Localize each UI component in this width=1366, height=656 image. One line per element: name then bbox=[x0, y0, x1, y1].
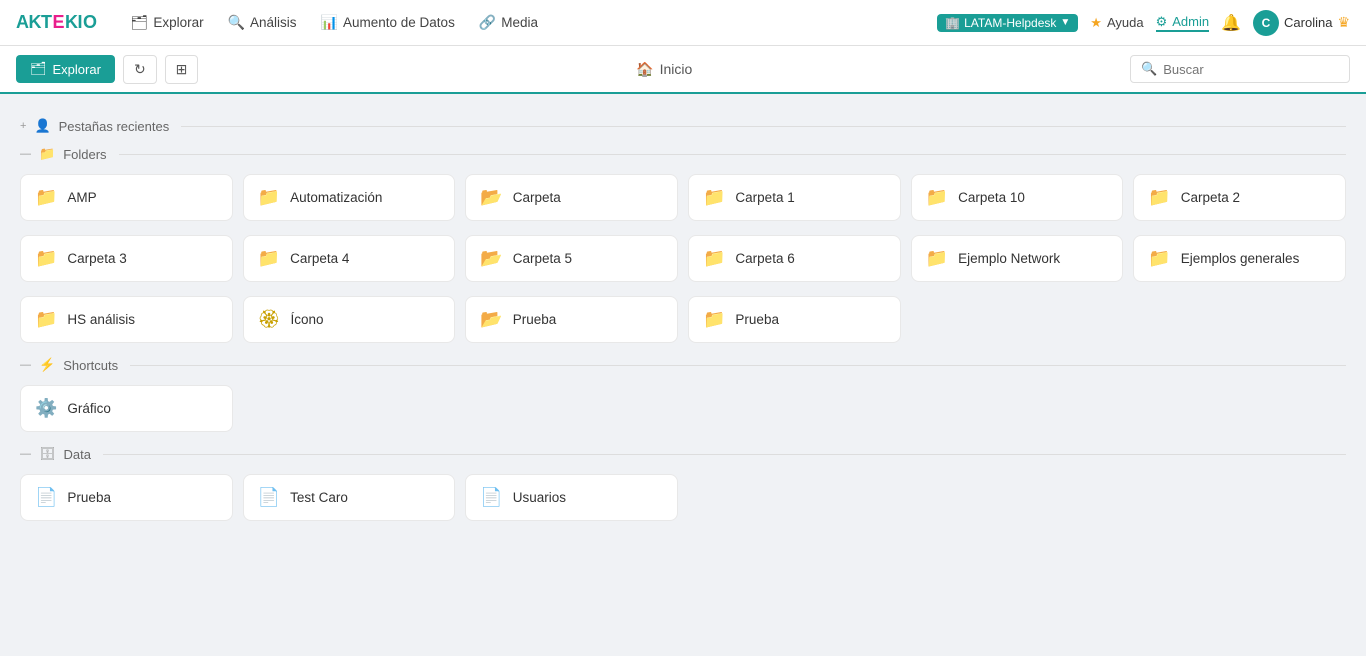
explorar-icon: 🗂 bbox=[131, 14, 149, 31]
folder-icon: 📂 bbox=[480, 309, 502, 330]
folder-icon: 📁 bbox=[1148, 187, 1170, 208]
folder-icon: 📁 bbox=[703, 248, 725, 269]
data-icon: 📄 bbox=[258, 487, 280, 508]
nav-explorar[interactable]: 🗂 Explorar bbox=[121, 8, 214, 37]
folder-icon: 🏵 bbox=[258, 309, 281, 330]
folder-icon: 📁 bbox=[926, 248, 948, 269]
folder-carpeta10[interactable]: 📁 Carpeta 10 bbox=[911, 174, 1124, 221]
folder-carpeta[interactable]: 📂 Carpeta bbox=[465, 174, 678, 221]
folders-grid-row3: 📁 HS análisis 🏵 Ícono 📂 Prueba 📁 Prueba bbox=[20, 296, 1346, 343]
data-grid: 📄 Prueba 📄 Test Caro 📄 Usuarios bbox=[20, 474, 1346, 521]
folder-carpeta1[interactable]: 📁 Carpeta 1 bbox=[688, 174, 901, 221]
data-prueba[interactable]: 📄 Prueba bbox=[20, 474, 233, 521]
home-icon: 🏠 bbox=[636, 61, 653, 78]
nav-right: 🏢 LATAM-Helpdesk ▼ ★ Ayuda ⚙ Admin 🔔 C C… bbox=[937, 10, 1350, 36]
folder-prueba2[interactable]: 📁 Prueba bbox=[688, 296, 901, 343]
media-icon: 🔗 bbox=[479, 14, 496, 31]
folder-icon: 📁 bbox=[703, 187, 725, 208]
admin-button[interactable]: ⚙ Admin bbox=[1156, 14, 1210, 32]
nav-media[interactable]: 🔗 Media bbox=[469, 8, 548, 37]
folder-icon: 📂 bbox=[480, 187, 502, 208]
tree-icon: ⊞ bbox=[176, 61, 188, 78]
workspace-dropdown-icon: ▼ bbox=[1060, 17, 1070, 28]
breadcrumb: 🏠 Inicio bbox=[206, 61, 1122, 78]
folders-icon: 📁 bbox=[39, 146, 55, 162]
shortcuts-section-header: — ⚡ Shortcuts bbox=[20, 357, 1346, 373]
tree-view-button[interactable]: ⊞ bbox=[165, 55, 199, 84]
explorar-button[interactable]: 🗂 Explorar bbox=[16, 55, 115, 83]
folder-carpeta5[interactable]: 📂 Carpeta 5 bbox=[465, 235, 678, 282]
search-input[interactable] bbox=[1163, 62, 1339, 77]
folder-automatizacion[interactable]: 📁 Automatización bbox=[243, 174, 456, 221]
recent-tabs-section-header: + 👤 Pestañas recientes bbox=[20, 118, 1346, 134]
workspace-selector[interactable]: 🏢 LATAM-Helpdesk ▼ bbox=[937, 14, 1078, 32]
user-menu[interactable]: C Carolina ♛ bbox=[1253, 10, 1350, 36]
folder-icon: 📁 bbox=[703, 309, 725, 330]
data-toggle[interactable]: — bbox=[20, 448, 31, 460]
notifications-button[interactable]: 🔔 bbox=[1221, 13, 1241, 33]
recent-tabs-toggle[interactable]: + bbox=[20, 120, 26, 132]
data-testcaro[interactable]: 📄 Test Caro bbox=[243, 474, 456, 521]
top-navigation: AKTEKIO 🗂 Explorar 🔍 Análisis 📊 Aumento … bbox=[0, 0, 1366, 46]
data-icon: 🗄 bbox=[39, 446, 56, 462]
folder-prueba1[interactable]: 📂 Prueba bbox=[465, 296, 678, 343]
folders-toggle[interactable]: — bbox=[20, 148, 31, 160]
shortcuts-icon: ⚡ bbox=[39, 357, 55, 373]
refresh-button[interactable]: ↻ bbox=[123, 55, 157, 84]
shortcuts-grid: ⚙️ Gráfico bbox=[20, 385, 1346, 432]
analisis-icon: 🔍 bbox=[228, 14, 245, 31]
ayuda-icon: ★ bbox=[1090, 15, 1102, 31]
toolbar: 🗂 Explorar ↻ ⊞ 🏠 Inicio 🔍 bbox=[0, 46, 1366, 94]
refresh-icon: ↻ bbox=[134, 61, 146, 78]
nav-analisis[interactable]: 🔍 Análisis bbox=[218, 8, 307, 37]
shortcuts-toggle[interactable]: — bbox=[20, 359, 31, 371]
search-box[interactable]: 🔍 bbox=[1130, 55, 1350, 83]
nav-aumento[interactable]: 📊 Aumento de Datos bbox=[311, 8, 465, 37]
folder-icon: 📁 bbox=[35, 309, 57, 330]
logo: AKTEKIO bbox=[16, 12, 97, 33]
folder-hs-analisis[interactable]: 📁 HS análisis bbox=[20, 296, 233, 343]
gear-shortcut-icon: ⚙️ bbox=[35, 398, 57, 419]
crown-icon: ♛ bbox=[1337, 14, 1350, 31]
workspace-icon: 🏢 bbox=[945, 16, 960, 30]
data-icon: 📄 bbox=[35, 487, 57, 508]
folder-ejemplo-network[interactable]: 📁 Ejemplo Network bbox=[911, 235, 1124, 282]
main-content: + 👤 Pestañas recientes — 📁 Folders 📁 AMP… bbox=[0, 94, 1366, 656]
data-icon: 📄 bbox=[480, 487, 502, 508]
folder-carpeta6[interactable]: 📁 Carpeta 6 bbox=[688, 235, 901, 282]
folders-grid-row1: 📁 AMP 📁 Automatización 📂 Carpeta 📁 Carpe… bbox=[20, 174, 1346, 221]
data-section-header: — 🗄 Data bbox=[20, 446, 1346, 462]
folders-section-header: — 📁 Folders bbox=[20, 146, 1346, 162]
search-icon: 🔍 bbox=[1141, 61, 1157, 77]
folder-carpeta4[interactable]: 📁 Carpeta 4 bbox=[243, 235, 456, 282]
folder-ejemplos-generales[interactable]: 📁 Ejemplos generales bbox=[1133, 235, 1346, 282]
explorar-tab-icon: 🗂 bbox=[30, 61, 47, 77]
folder-icon: 📁 bbox=[35, 187, 57, 208]
folder-icon: 📁 bbox=[258, 248, 280, 269]
folder-icon: 📁 bbox=[926, 187, 948, 208]
folders-grid-row2: 📁 Carpeta 3 📁 Carpeta 4 📂 Carpeta 5 📁 Ca… bbox=[20, 235, 1346, 282]
folder-icon: 📁 bbox=[1148, 248, 1170, 269]
nav-items: 🗂 Explorar 🔍 Análisis 📊 Aumento de Datos… bbox=[121, 8, 549, 37]
aumento-icon: 📊 bbox=[321, 14, 338, 31]
avatar: C bbox=[1253, 10, 1279, 36]
folder-carpeta3[interactable]: 📁 Carpeta 3 bbox=[20, 235, 233, 282]
folder-icon: 📁 bbox=[258, 187, 280, 208]
data-usuarios[interactable]: 📄 Usuarios bbox=[465, 474, 678, 521]
folder-icono[interactable]: 🏵 Ícono bbox=[243, 296, 456, 343]
folder-carpeta2[interactable]: 📁 Carpeta 2 bbox=[1133, 174, 1346, 221]
folder-icon: 📂 bbox=[480, 248, 502, 269]
folder-icon: 📁 bbox=[35, 248, 57, 269]
shortcut-grafico[interactable]: ⚙️ Gráfico bbox=[20, 385, 233, 432]
recent-tabs-icon: 👤 bbox=[34, 118, 50, 134]
folder-amp[interactable]: 📁 AMP bbox=[20, 174, 233, 221]
ayuda-button[interactable]: ★ Ayuda bbox=[1090, 15, 1143, 31]
gear-icon: ⚙ bbox=[1156, 14, 1168, 30]
